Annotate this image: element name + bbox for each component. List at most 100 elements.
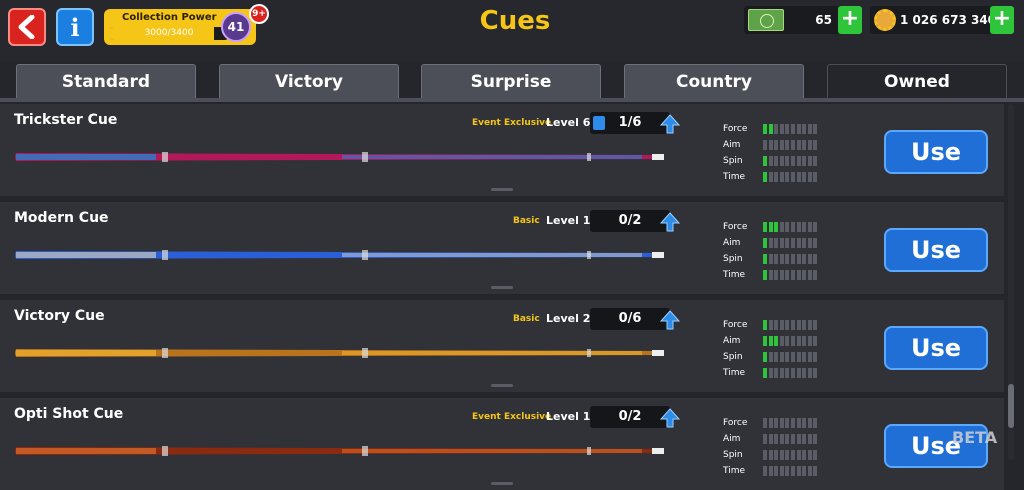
stat-segment — [807, 450, 812, 460]
stat-label: Aim — [723, 336, 741, 346]
stat-label: Time — [723, 270, 746, 280]
stat-segment — [768, 124, 773, 134]
stat-segment — [813, 140, 818, 150]
notification-badge: 9+ — [249, 4, 269, 24]
stat-label: Time — [723, 172, 746, 182]
use-button[interactable]: Use — [884, 130, 988, 174]
stat-segment — [796, 336, 801, 346]
stat-segment — [796, 352, 801, 362]
stat-segment — [791, 172, 795, 182]
level-progress-text: 0/2 — [618, 409, 642, 424]
stat-segment — [779, 238, 784, 248]
stat-segment — [768, 172, 773, 182]
cue-name: Trickster Cue — [14, 112, 118, 128]
stat-segment — [779, 320, 784, 330]
category-tabs: Standard Victory Surprise Country Owned — [0, 62, 1024, 100]
scroll-thumb[interactable] — [1008, 384, 1014, 428]
stat-segment — [785, 434, 790, 444]
stat-segment — [813, 254, 818, 264]
stat-segment — [768, 238, 773, 248]
tab-surprise[interactable]: Surprise — [421, 64, 601, 98]
stat-segment — [779, 352, 784, 362]
stat-segment — [791, 238, 795, 248]
upgrade-arrow-icon[interactable] — [660, 408, 680, 428]
stat-segment — [796, 466, 801, 476]
cue-image — [15, 348, 664, 358]
upgrade-arrow-icon[interactable] — [660, 310, 680, 330]
tab-standard[interactable]: Standard — [16, 64, 196, 98]
use-button[interactable]: Use — [884, 228, 988, 272]
stat-segment — [763, 124, 767, 134]
stat-segment — [774, 352, 779, 362]
stat-segment — [774, 368, 779, 378]
page-title: Cues — [479, 6, 551, 36]
stat-bar — [763, 172, 819, 182]
stat-label: Spin — [723, 254, 743, 264]
row-handle — [491, 286, 513, 289]
stat-segment — [785, 124, 790, 134]
stat-segment — [807, 222, 812, 232]
back-button[interactable] — [8, 8, 46, 46]
stat-segment — [785, 238, 790, 248]
stat-segment — [802, 238, 807, 248]
stat-segment — [785, 418, 790, 428]
stat-segment — [779, 270, 784, 280]
scrollbar[interactable] — [1008, 104, 1014, 460]
collection-progress-text: 3000/3400 — [144, 28, 194, 38]
cue-row: Trickster Cue Event Exclusive Level 6 1/6 Fo… — [0, 104, 1004, 196]
add-cash-button[interactable]: + — [838, 6, 862, 34]
stat-segment — [807, 124, 812, 134]
stat-segment — [796, 434, 801, 444]
stat-segment — [802, 172, 807, 182]
cue-row: Modern Cue Basic Level 1 0/2 Force Aim Spin Tim… — [0, 202, 1004, 294]
stat-segment — [768, 222, 773, 232]
tab-owned[interactable]: Owned — [827, 64, 1007, 98]
stat-segment — [768, 450, 773, 460]
coin-counter: 1 026 673 340 + — [870, 6, 1014, 34]
stat-segment — [763, 156, 767, 166]
stat-segment — [796, 156, 801, 166]
stat-segment — [774, 172, 779, 182]
stat-segment — [779, 222, 784, 232]
stat-segment — [813, 238, 818, 248]
stat-bar — [763, 450, 819, 460]
stat-segment — [813, 466, 818, 476]
stat-segment — [813, 368, 818, 378]
tab-country[interactable]: Country — [624, 64, 804, 98]
stat-segment — [774, 450, 779, 460]
stat-segment — [779, 434, 784, 444]
stat-segment — [796, 254, 801, 264]
stat-segment — [763, 418, 767, 428]
stat-segment — [768, 368, 773, 378]
cash-value: 65 — [815, 13, 832, 27]
stat-segment — [813, 172, 818, 182]
stat-segment — [774, 320, 779, 330]
info-button[interactable]: i — [56, 8, 94, 46]
stat-segment — [791, 222, 795, 232]
tab-victory[interactable]: Victory — [219, 64, 399, 98]
stat-segment — [807, 336, 812, 346]
level-progress: 0/2 — [590, 210, 670, 232]
row-handle — [491, 482, 513, 485]
stat-segment — [813, 418, 818, 428]
stat-segment — [774, 238, 779, 248]
stat-segment — [802, 320, 807, 330]
stat-segment — [763, 140, 767, 150]
cue-image — [15, 152, 664, 162]
stat-segment — [791, 156, 795, 166]
stat-segment — [763, 254, 767, 264]
use-button[interactable]: Use — [884, 326, 988, 370]
stat-label: Force — [723, 320, 748, 330]
cue-level: Level 1 — [546, 410, 591, 423]
stat-segment — [802, 140, 807, 150]
stat-segment — [813, 352, 818, 362]
stat-segment — [802, 254, 807, 264]
stat-segment — [791, 254, 795, 264]
cue-rarity: Event Exclusive — [472, 118, 552, 128]
add-coins-button[interactable]: + — [990, 6, 1014, 34]
stat-segment — [807, 270, 812, 280]
stat-segment — [768, 270, 773, 280]
stat-segment — [779, 140, 784, 150]
upgrade-arrow-icon[interactable] — [660, 114, 680, 134]
upgrade-arrow-icon[interactable] — [660, 212, 680, 232]
